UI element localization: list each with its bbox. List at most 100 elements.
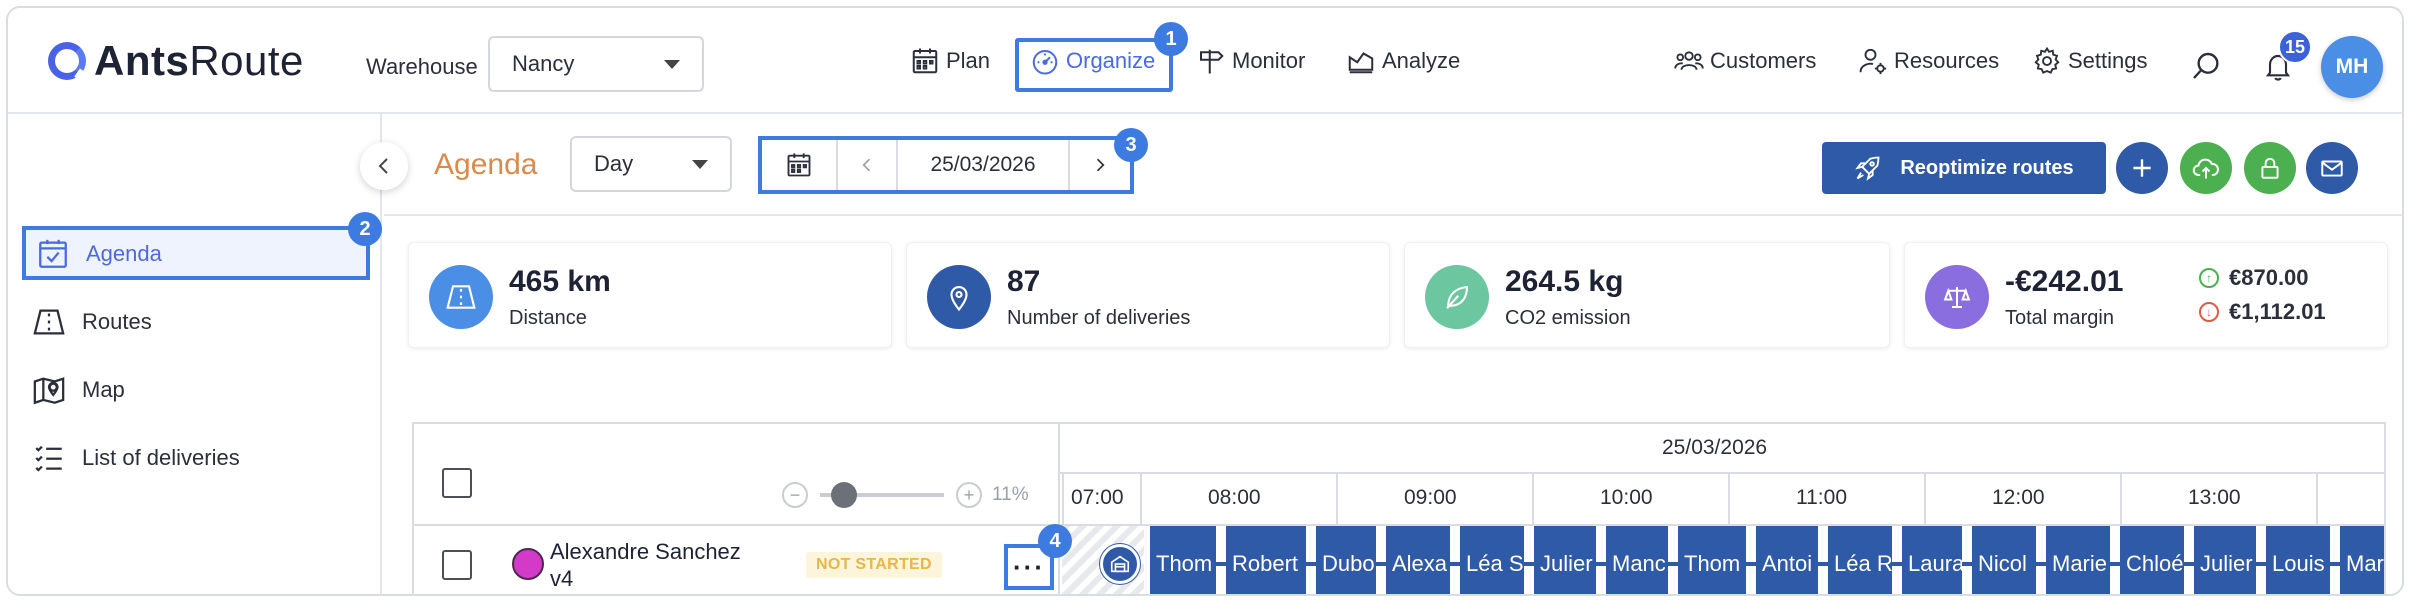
distance-label: Distance: [509, 307, 587, 329]
nav-monitor-label: Monitor: [1232, 48, 1306, 73]
search-icon: [2193, 52, 2219, 79]
driver-name[interactable]: Alexandre Sanchez v4: [550, 538, 770, 592]
chevron-left-icon: [862, 158, 871, 172]
delivery-stop[interactable]: Marie: [2046, 526, 2110, 594]
notification-count-badge: 15: [2278, 30, 2312, 64]
zoom-percent: 11%: [992, 484, 1029, 505]
driver-color-dot: [512, 548, 544, 580]
antsroute-logo[interactable]: AntsRoute: [48, 37, 304, 84]
user-avatar[interactable]: MH: [2321, 36, 2383, 98]
delivery-stop[interactable]: Léa R: [1828, 526, 1892, 594]
timeline-date-header: 25/03/2026: [1662, 436, 1768, 459]
zoom-out-button[interactable]: −: [782, 482, 808, 508]
delivery-stop[interactable]: Thom: [1678, 526, 1746, 594]
previous-day-button[interactable]: [838, 140, 898, 190]
gear-icon: [2032, 46, 2062, 76]
select-all-checkbox[interactable]: [442, 468, 472, 498]
nav-customers[interactable]: Customers: [1674, 8, 1816, 114]
sidebar-item-map-label: Map: [82, 377, 125, 402]
hour-gridline: [1140, 472, 1142, 524]
delivery-stop[interactable]: Louis: [2266, 526, 2330, 594]
more-horizontal-icon: ···: [1013, 551, 1045, 582]
calendar-icon: [910, 46, 940, 76]
delivery-stop[interactable]: Antoi: [1756, 526, 1818, 594]
stop-connector: [1376, 562, 1386, 566]
stop-connector: [2184, 562, 2194, 566]
hour-gridline: [2120, 472, 2122, 524]
road-icon: [32, 305, 66, 339]
stat-card-co2: 264.5 kg CO2 emission: [1404, 242, 1890, 348]
road-icon: [429, 265, 493, 329]
warehouse-value: Nancy: [512, 51, 575, 76]
nav-analyze[interactable]: Analyze: [1346, 8, 1460, 114]
cost-value: €1,112.01: [2229, 299, 2326, 324]
sidebar-item-map[interactable]: Map: [32, 368, 125, 412]
date-picker: 25/03/2026: [758, 136, 1134, 194]
hour-label: 10:00: [1600, 486, 1653, 509]
upload-button[interactable]: [2180, 142, 2232, 194]
lock-button[interactable]: [2244, 142, 2296, 194]
delivery-stop[interactable]: Léa S: [1460, 526, 1524, 594]
chevron-down-icon: [664, 59, 680, 69]
sidebar-item-agenda[interactable]: Agenda: [36, 232, 162, 276]
nav-monitor[interactable]: Monitor: [1196, 8, 1305, 114]
co2-label: CO2 emission: [1505, 307, 1631, 329]
delivery-stop[interactable]: Thom: [1150, 526, 1216, 594]
delivery-stop[interactable]: Nicol: [1972, 526, 2036, 594]
sidebar-item-list-of-deliveries-label: List of deliveries: [82, 445, 240, 470]
app-window: AntsRoute Warehouse Nancy Plan Organize …: [6, 6, 2404, 596]
depot-marker[interactable]: [1100, 544, 1140, 584]
delivery-stop[interactable]: Robert: [1226, 526, 1306, 594]
zoom-in-button[interactable]: +: [956, 482, 982, 508]
warehouse-icon: [1110, 555, 1130, 573]
stop-connector: [2036, 562, 2046, 566]
annotation-badge-4: 4: [1038, 524, 1072, 558]
nav-plan[interactable]: Plan: [910, 8, 990, 114]
zoom-slider-thumb[interactable]: [830, 482, 857, 508]
delivery-stop[interactable]: Julier: [1534, 526, 1596, 594]
delivery-stop[interactable]: Laura: [1902, 526, 1962, 594]
date-field[interactable]: 25/03/2026: [898, 140, 1070, 190]
arrow-up-icon: ↑: [2199, 268, 2219, 288]
hour-label: 14:00: [2384, 486, 2386, 510]
margin-label: Total margin: [2005, 307, 2114, 329]
deliveries-label: Number of deliveries: [1007, 307, 1191, 329]
nav-analyze-label: Analyze: [1382, 48, 1461, 73]
warehouse-select[interactable]: Nancy: [488, 36, 704, 92]
delivery-stop[interactable]: Alexa: [1386, 526, 1450, 594]
stop-connector: [1668, 562, 1678, 566]
hour-label: 12:00: [1992, 486, 2045, 509]
delivery-stop[interactable]: Chloé: [2120, 526, 2184, 594]
zoom-slider[interactable]: [820, 482, 944, 508]
nav-settings-label: Settings: [2068, 48, 2148, 73]
stop-connector: [1216, 562, 1226, 566]
nav-resources[interactable]: Resources: [1858, 8, 1999, 114]
delivery-stop[interactable]: Manc: [1606, 526, 1668, 594]
agenda-timeline: − + 11% Alexandre Sanchez v4 NOT STARTED…: [412, 422, 2386, 594]
calendar-button[interactable]: [762, 140, 838, 190]
sidebar-item-list-of-deliveries[interactable]: List of deliveries: [32, 436, 240, 480]
signpost-icon: [1196, 46, 1226, 76]
lock-icon: [2261, 157, 2279, 179]
delivery-stop[interactable]: Dubo: [1316, 526, 1376, 594]
hour-gridline: [1336, 472, 1338, 524]
reoptimize-routes-button[interactable]: Reoptimize routes: [1822, 142, 2106, 194]
delivery-stop[interactable]: Julier: [2194, 526, 2256, 594]
stop-connector: [2256, 562, 2266, 566]
nav-settings[interactable]: Settings: [2032, 8, 2148, 114]
view-mode-select[interactable]: Day: [570, 136, 732, 192]
search-button[interactable]: [2188, 48, 2224, 84]
delivery-stop[interactable]: Marie: [2340, 526, 2384, 594]
row-checkbox[interactable]: [442, 550, 472, 580]
driver-column: − + 11% Alexandre Sanchez v4 NOT STARTED…: [414, 424, 1060, 594]
stop-connector: [1524, 562, 1534, 566]
view-mode-value: Day: [594, 151, 634, 176]
email-button[interactable]: [2306, 142, 2358, 194]
sidebar-item-routes[interactable]: Routes: [32, 300, 152, 344]
nav-customers-label: Customers: [1710, 48, 1817, 73]
add-button[interactable]: [2116, 142, 2168, 194]
annotation-badge-1: 1: [1154, 22, 1188, 56]
driver-name-line1: Alexandre Sanchez: [550, 539, 741, 564]
stop-connector: [1306, 562, 1316, 566]
hour-gridline: [2316, 472, 2318, 524]
